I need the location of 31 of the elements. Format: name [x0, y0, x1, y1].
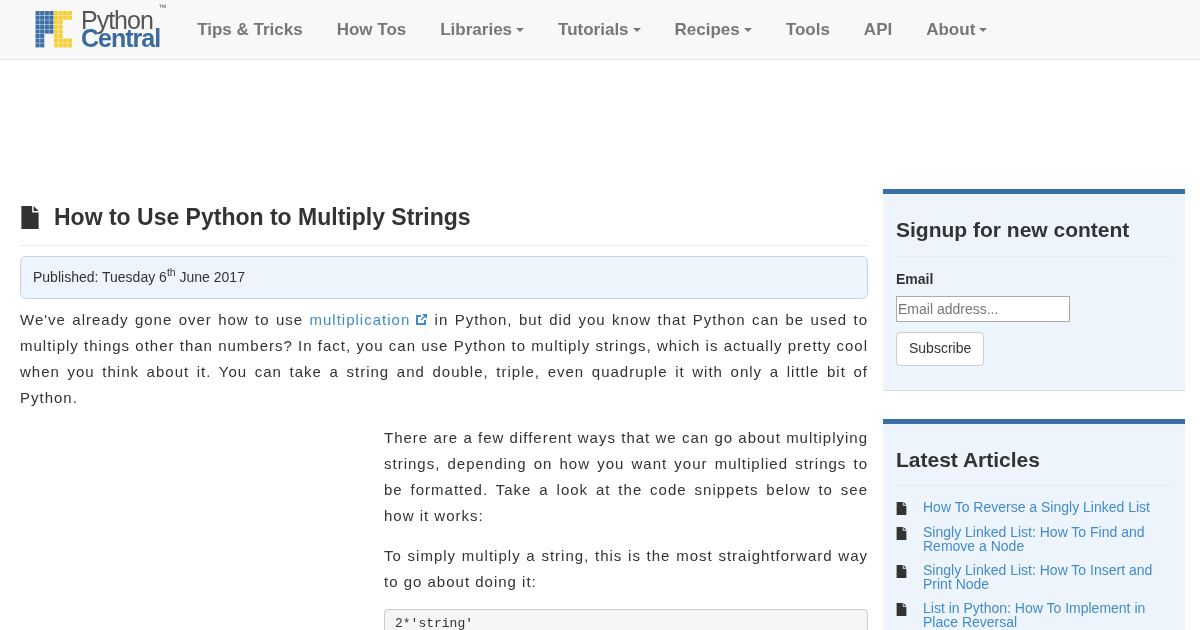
intro-paragraph: We've already gone over how to use multiplication in Python, but did you know that Python can be used to multiply things other than numbers? In fact, you can use Python to multiply strings, which is actually pretty cool when you think about it. You can take a string and double, triple, even quadruple it with only a little bit of Python. [20, 309, 868, 408]
document-icon [896, 527, 907, 540]
nav-link[interactable]: Tools [770, 16, 845, 43]
panel-title: Latest Articles [896, 423, 1172, 486]
nav-link[interactable]: Tutorials [543, 16, 656, 43]
nav-link[interactable]: About [911, 16, 1003, 43]
subscribe-button[interactable]: Subscribe [896, 331, 985, 366]
nav-link[interactable]: How Tos [321, 16, 422, 43]
article-link[interactable]: Singly Linked List: How To Find and Remove a Node [923, 525, 1172, 553]
nav-link[interactable]: API [848, 16, 908, 43]
published-date: Published: Tuesday 6$^{th}$ June 2017 [20, 255, 868, 299]
trademark-mark: ™ [158, 2, 167, 14]
article-paragraph: There are a few different ways that we can go about multiplying strings, depending on how you want your multiplied strings to be formatted. Take a look at the code snippets below to see how it works: [384, 427, 868, 526]
document-icon [896, 565, 907, 578]
nav-link[interactable]: Libraries [425, 16, 540, 43]
article-paragraph: To simply multiply a string, this is the most straightforward way to go about doing it: [384, 545, 868, 592]
panel-title: Signup for new content [896, 194, 1172, 257]
email-field[interactable]: Email address... [896, 295, 1070, 322]
multiplication-link[interactable]: multiplication [309, 310, 429, 328]
nav-link[interactable]: Tips & Tricks [182, 16, 318, 43]
code-block: 2*'string' [384, 608, 868, 630]
article-link[interactable]: How To Reverse a Singly Linked List [923, 500, 1150, 514]
external-link-icon [415, 312, 429, 326]
email-label: Email [896, 269, 935, 289]
document-icon [896, 502, 907, 515]
nav-link[interactable]: Recipes [659, 16, 767, 43]
article-link[interactable]: List in Python: How To Implement in Place Reversal [923, 601, 1172, 629]
document-icon [896, 603, 907, 616]
article-link[interactable]: Singly Linked List: How To Insert and Print Node [923, 563, 1172, 591]
article-title: How to Use Python to Multiply Strings [54, 203, 471, 232]
document-icon [20, 205, 40, 229]
